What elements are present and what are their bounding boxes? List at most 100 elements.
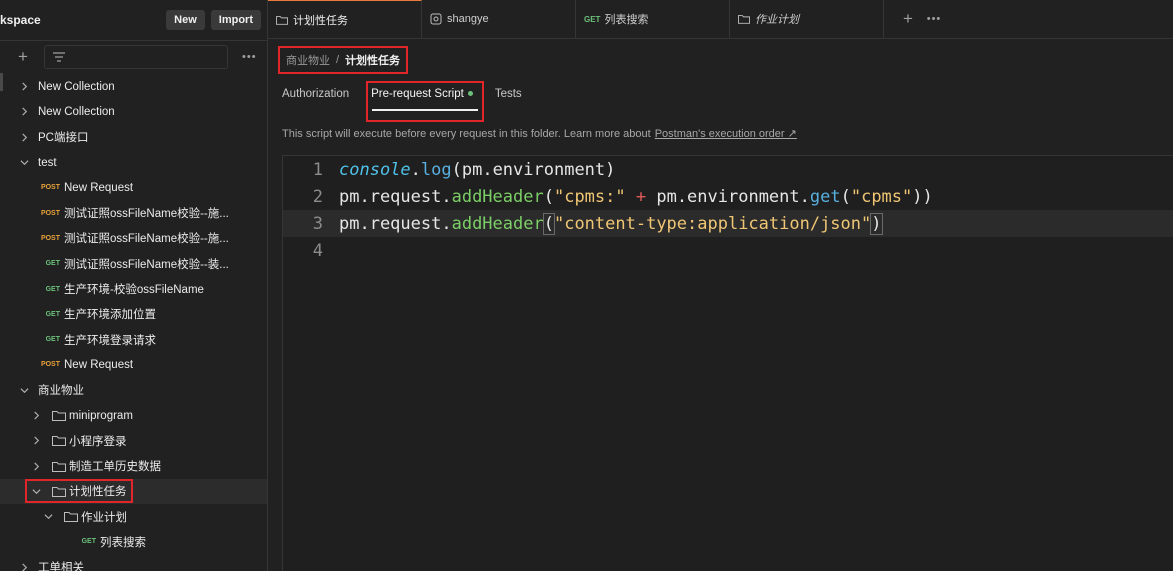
chevron-down-icon[interactable] — [42, 512, 54, 521]
tab-label: 列表搜索 — [604, 14, 649, 26]
execution-order-link[interactable]: Postman's execution order ↗ — [655, 128, 797, 140]
request-tab[interactable]: shangye — [422, 0, 576, 38]
tree-item[interactable]: test — [0, 150, 267, 175]
selected-folder-highlight — [25, 479, 133, 503]
request-tab[interactable]: 计划性任务 — [268, 0, 422, 38]
description-text: This script will execute before every re… — [282, 128, 651, 140]
main-pane: 计划性任务 shangye GET 列表搜索 作业计划 + ••• 商业物业 / 计划性任务… — [268, 0, 1173, 571]
folder-icon — [52, 410, 66, 421]
tree-item[interactable]: PC端接口 — [0, 125, 267, 150]
breadcrumb: 商业物业 / 计划性任务 — [278, 46, 409, 74]
folder-subtabs: Authorization Pre-request Script Tests — [282, 81, 544, 122]
tree-item-label: 测试证照ossFileName校验--装... — [64, 258, 229, 271]
folder-icon — [276, 15, 288, 25]
tree-item-label: PC端接口 — [38, 132, 89, 145]
line-number: 1 — [312, 159, 323, 180]
tree-item-label: New Request — [64, 181, 134, 194]
tree-item[interactable]: GET 列表搜索 — [0, 529, 267, 554]
tree-item[interactable]: New Collection — [0, 99, 267, 124]
tree-item[interactable]: 作业计划 — [0, 504, 267, 529]
tree-item-label: test — [38, 156, 57, 169]
code-token: "cpms:" — [553, 186, 626, 207]
tree-item[interactable]: GET 生产环境添加位置 — [0, 302, 267, 327]
tree-item-label: New Collection — [38, 80, 115, 93]
tree-item[interactable]: 商业物业 — [0, 378, 267, 403]
tree-item[interactable]: GET 生产环境-校验ossFileName — [0, 276, 267, 301]
code-token: ) — [870, 212, 883, 235]
code-token: . — [410, 159, 421, 180]
sidebar-toolbar: + ••• — [0, 41, 267, 73]
environment-icon — [430, 13, 442, 25]
method-badge: GET — [81, 538, 96, 546]
script-editor[interactable]: 1 console.log(pm.environment) 2 pm.request… — [282, 155, 1173, 571]
workspace-title: kspace — [0, 13, 41, 27]
tree-item[interactable]: 制造工单历史数据 — [0, 453, 267, 478]
tree-item[interactable]: 小程序登录 — [0, 428, 267, 453]
tree-item-label: New Request — [64, 358, 134, 371]
request-tab[interactable]: 作业计划 — [730, 0, 884, 38]
code-token: log — [420, 159, 452, 180]
tab-authorization[interactable]: Authorization — [282, 88, 349, 100]
folder-icon — [64, 511, 78, 523]
code-line-3[interactable]: 3 pm.request.addHeader("content-type:appl… — [283, 210, 1173, 237]
sidebar: kspace New Import + ••• New Collection Ne… — [0, 0, 268, 571]
code-token: ( — [543, 186, 554, 207]
method-badge: GET — [45, 336, 60, 344]
new-button[interactable]: New — [166, 10, 205, 30]
code-token: addHeader — [451, 213, 544, 234]
tree-item[interactable]: GET 测试证照ossFileName校验--装... — [0, 251, 267, 276]
chevron-down-icon[interactable] — [18, 386, 30, 395]
tab-label: shangye — [447, 13, 489, 25]
tab-options-icon[interactable]: ••• — [922, 0, 946, 38]
code-token: (pm.environment) — [451, 159, 616, 180]
tree-item-label: New Collection — [38, 105, 115, 118]
method-badge: GET — [584, 14, 601, 24]
tree-item[interactable]: New Collection — [0, 74, 267, 99]
prerequest-highlight — [366, 81, 484, 122]
code-line-4[interactable]: 4 — [283, 237, 1173, 264]
chevron-right-icon[interactable] — [18, 107, 30, 116]
tab-tests[interactable]: Tests — [495, 88, 522, 100]
chevron-down-icon[interactable] — [18, 158, 30, 167]
chevron-right-icon[interactable] — [30, 436, 42, 445]
tree-item[interactable]: POST 测试证照ossFileName校验--施... — [0, 226, 267, 251]
code-token: pm.request. — [339, 213, 452, 234]
tree-item[interactable]: POST 测试证照ossFileName校验--施... — [0, 200, 267, 225]
breadcrumb-current: 计划性任务 — [345, 55, 401, 67]
more-options-icon[interactable]: ••• — [242, 51, 257, 63]
method-badge: POST — [40, 209, 60, 217]
tree-item[interactable]: 工单相关 — [0, 555, 267, 571]
code-line-1[interactable]: 1 console.log(pm.environment) — [283, 156, 1173, 183]
code-token: console — [339, 159, 411, 180]
chevron-right-icon[interactable] — [18, 563, 30, 571]
import-button[interactable]: Import — [210, 10, 261, 30]
tree-item[interactable]: POST New Request — [0, 352, 267, 377]
filter-input[interactable] — [44, 45, 228, 69]
tree-item-label: 制造工单历史数据 — [69, 461, 161, 474]
tree-item[interactable]: miniprogram — [0, 403, 267, 428]
tree-item-label: 列表搜索 — [100, 536, 146, 549]
code-token: ( — [542, 212, 555, 235]
breadcrumb-parent[interactable]: 商业物业 — [286, 52, 330, 68]
request-tab[interactable]: GET 列表搜索 — [576, 0, 730, 38]
tab-label: 计划性任务 — [293, 14, 348, 27]
chevron-right-icon[interactable] — [18, 133, 30, 142]
code-token: "cpms" — [850, 186, 913, 207]
folder-icon — [52, 461, 66, 472]
tree-item-label: 生产环境-校验ossFileName — [64, 284, 204, 297]
tree-item-label: 商业物业 — [38, 385, 84, 398]
add-icon[interactable]: + — [14, 47, 32, 67]
folder-icon — [738, 14, 750, 24]
chevron-right-icon[interactable] — [30, 411, 42, 420]
code-token: pm.environment. — [656, 186, 810, 207]
tree-item-label: 生产环境登录请求 — [64, 334, 156, 347]
tree-item-label: 小程序登录 — [69, 435, 127, 448]
chevron-right-icon[interactable] — [18, 82, 30, 91]
chevron-right-icon[interactable] — [30, 462, 42, 471]
code-token: + — [625, 186, 657, 207]
workspace-header: kspace New Import — [0, 0, 267, 41]
code-line-2[interactable]: 2 pm.request.addHeader("cpms:" + pm.envir… — [283, 183, 1173, 210]
tree-item[interactable]: POST New Request — [0, 175, 267, 200]
tree-item[interactable]: GET 生产环境登录请求 — [0, 327, 267, 352]
new-tab-icon[interactable]: + — [894, 0, 922, 38]
